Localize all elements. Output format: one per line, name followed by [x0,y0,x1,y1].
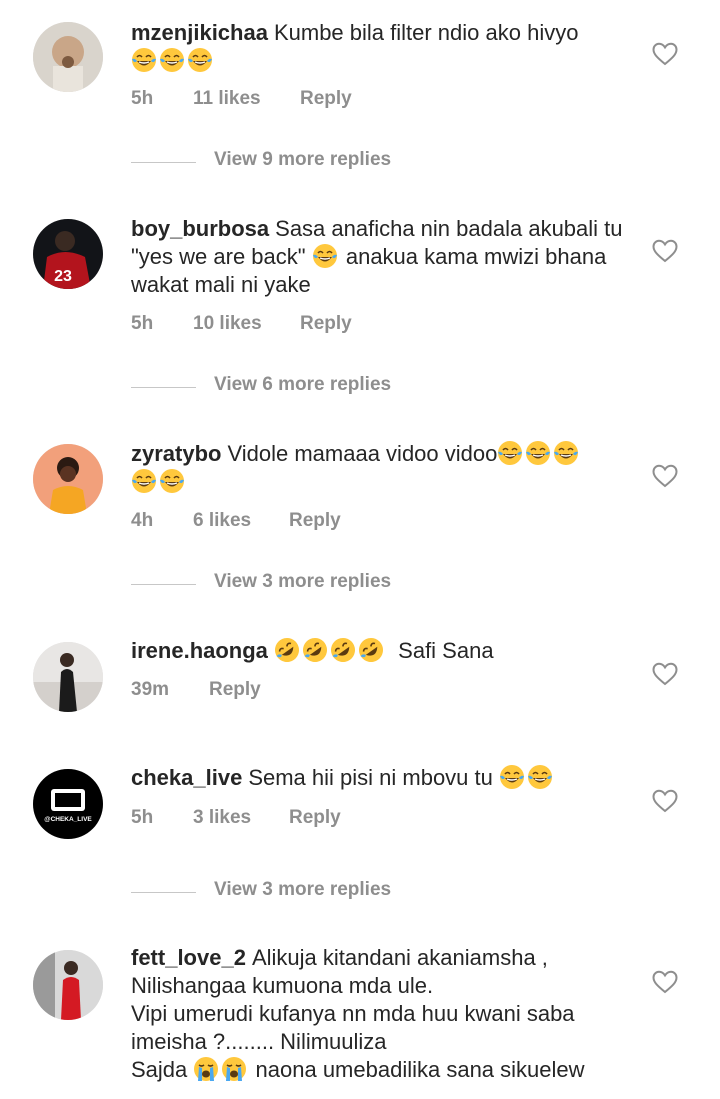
emoji-cry-icon [193,1056,219,1082]
comment-line-3: Vipi umerudi kufanya nn mda huu kwani sa… [131,1001,575,1054]
divider [131,892,196,893]
reply-button[interactable]: Reply [209,679,261,701]
emoji-rofl-icon [302,637,328,663]
divider [131,584,196,585]
comment-meta: 4h 6 likes Reply [131,510,341,532]
heart-outline-icon[interactable] [652,239,678,263]
comment-meta: 5h 11 likes Reply [131,88,352,110]
comment-meta: 39m Reply [131,679,261,701]
timestamp: 5h [131,313,154,334]
emoji-laugh-icon [159,468,185,494]
username[interactable]: cheka_live [131,765,242,790]
emoji-rofl-icon [358,637,384,663]
comment-body: Safi Sana [398,638,494,663]
timestamp: 39m [131,679,170,700]
reply-button[interactable]: Reply [300,88,352,110]
emoji-rofl-icon [330,637,356,663]
likes-count[interactable]: 11 likes [193,88,300,110]
timestamp: 5h [131,807,154,828]
emoji-laugh-icon [131,47,157,73]
heart-outline-icon[interactable] [652,662,678,686]
emoji-laugh-icon [131,468,157,494]
emoji-laugh-icon [497,440,523,466]
username[interactable]: irene.haonga [131,638,268,663]
emoji-rofl-icon [274,637,300,663]
view-more-label[interactable]: View 6 more replies [214,374,391,396]
view-more-replies[interactable]: View 9 more replies [131,147,631,177]
emoji-laugh-icon [553,440,579,466]
comment-text: mzenjikichaa Kumbe bila filter ndio ako h… [131,19,636,75]
comment-line-4a: Sajda [131,1057,188,1082]
heart-outline-icon[interactable] [652,464,678,488]
reply-button[interactable]: Reply [289,510,341,532]
emoji-laugh-icon [312,243,338,269]
comment-meta: 5h 3 likes Reply [131,807,341,829]
heart-outline-icon[interactable] [652,42,678,66]
username[interactable]: fett_love_2 [131,945,246,970]
emoji-cry-icon [221,1056,247,1082]
comment-body: Kumbe bila filter ndio ako hivyo [273,20,579,45]
reply-button[interactable]: Reply [289,807,341,829]
view-more-label[interactable]: View 9 more replies [214,149,391,171]
username[interactable]: zyratybo [131,441,221,466]
emoji-laugh-icon [159,47,185,73]
reply-button[interactable]: Reply [300,313,352,335]
view-more-replies[interactable]: View 3 more replies [131,877,631,907]
emoji-laugh-icon [527,764,553,790]
likes-count[interactable]: 10 likes [193,313,300,335]
avatar-label: @CHEKA_LIVE [44,816,92,823]
comment-line-4b: naona umebadilika sana sikuelew [255,1057,585,1082]
view-more-replies[interactable]: View 6 more replies [131,372,631,402]
avatar[interactable]: @CHEKA_LIVE [33,769,103,839]
comment-text: zyratybo Vidole mamaaa vidoo vidoo [131,440,636,496]
comment-text: boy_burbosa Sasa anaficha nin badala akub… [131,215,636,299]
svg-text:23: 23 [54,268,72,285]
avatar[interactable] [33,950,103,1020]
view-more-label[interactable]: View 3 more replies [214,571,391,593]
comment-text: irene.haonga Safi Sana [131,637,636,665]
emoji-laugh-icon [187,47,213,73]
comment-line-2: Nilishangaa kumuona mda ule. [131,973,434,998]
heart-outline-icon[interactable] [652,970,678,994]
view-more-replies[interactable]: View 3 more replies [131,569,631,599]
heart-outline-icon[interactable] [652,789,678,813]
divider [131,162,196,163]
avatar[interactable] [33,642,103,712]
emoji-laugh-icon [499,764,525,790]
avatar[interactable]: 23 [33,219,103,289]
comment-body: Vidole mamaaa vidoo vidoo [227,441,498,466]
timestamp: 4h [131,510,154,531]
username[interactable]: mzenjikichaa [131,20,268,45]
comment-text: cheka_live Sema hii pisi ni mbovu tu [131,764,636,792]
likes-count[interactable]: 6 likes [193,510,289,532]
likes-count[interactable]: 3 likes [193,807,289,829]
view-more-label[interactable]: View 3 more replies [214,879,391,901]
timestamp: 5h [131,88,154,109]
comment-meta: 5h 10 likes Reply [131,313,352,335]
username[interactable]: boy_burbosa [131,216,269,241]
avatar[interactable] [33,444,103,514]
comment-line-1: Alikuja kitandani akaniamsha , [251,945,548,970]
comment-body: Sema hii pisi ni mbovu tu [248,765,493,790]
emoji-laugh-icon [525,440,551,466]
comment-text: fett_love_2 Alikuja kitandani akaniamsha … [131,944,636,1084]
divider [131,387,196,388]
avatar[interactable] [33,22,103,92]
